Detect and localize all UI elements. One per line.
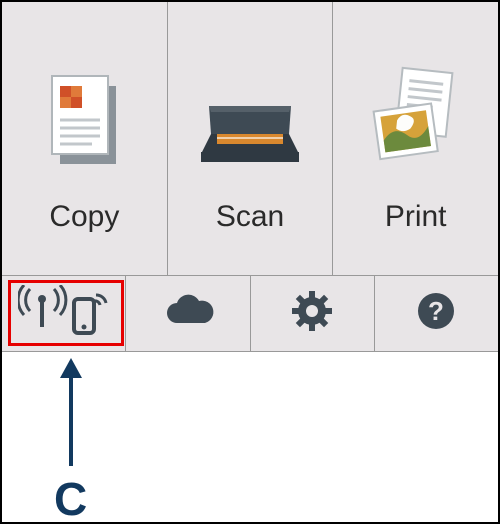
cloud-icon [159,291,217,336]
copy-tile[interactable]: Copy [2,2,168,275]
copy-icon [34,54,134,184]
arrow-up-icon [56,358,86,468]
cloud-button[interactable] [126,276,250,351]
copy-label: Copy [49,200,119,234]
scan-label: Scan [216,200,284,234]
scanner-icon [195,54,305,184]
print-label: Print [385,200,447,234]
bottom-bar: ? [2,276,498,352]
main-tiles-row: Copy Scan [2,2,498,276]
help-button[interactable]: ? [375,276,498,351]
wireless-direct-button[interactable] [2,276,126,351]
callout-arrow-group: C [54,358,87,526]
callout-label: C [54,472,87,526]
print-tile[interactable]: Print [333,2,498,275]
help-icon: ? [415,290,457,337]
svg-text:?: ? [428,296,444,326]
wireless-direct-icon [18,285,110,342]
settings-button[interactable] [251,276,375,351]
print-icon [361,54,471,184]
scan-tile[interactable]: Scan [168,2,334,275]
gear-icon [290,289,334,338]
